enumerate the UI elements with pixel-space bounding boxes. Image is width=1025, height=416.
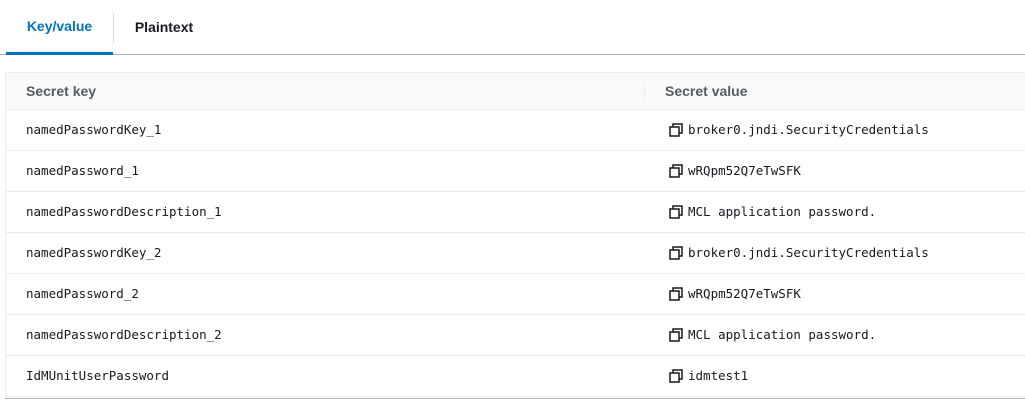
secret-value-cell: broker0.jndi.SecurityCredentials bbox=[669, 233, 929, 273]
secret-value-text: wRQpm52Q7eTwSFK bbox=[688, 286, 801, 301]
table-row: namedPasswordKey_2 broker0.jndi.SecurityC… bbox=[6, 233, 1025, 274]
copy-icon[interactable] bbox=[669, 122, 684, 138]
copy-icon[interactable] bbox=[669, 204, 684, 220]
copy-icon[interactable] bbox=[669, 327, 684, 343]
column-header-secret-value: Secret value bbox=[665, 83, 748, 99]
table-row: namedPasswordDescription_1 MCL applicatio… bbox=[6, 192, 1025, 233]
secret-key-cell: namedPasswordDescription_2 bbox=[26, 327, 222, 342]
secrets-table: Secret key Secret value namedPasswordKey… bbox=[5, 72, 1025, 399]
table-body: namedPasswordKey_1 broker0.jndi.SecurityC… bbox=[6, 110, 1025, 397]
secret-value-cell: wRQpm52Q7eTwSFK bbox=[669, 274, 801, 314]
secret-value-text: MCL application password. bbox=[688, 327, 877, 342]
table-row: namedPasswordKey_1 broker0.jndi.SecurityC… bbox=[6, 110, 1025, 151]
secret-value-cell: broker0.jndi.SecurityCredentials bbox=[669, 110, 929, 150]
table-row: namedPassword_1 wRQpm52Q7eTwSFK bbox=[6, 151, 1025, 192]
column-header-secret-key: Secret key bbox=[26, 83, 97, 99]
secret-value-text: idmtest1 bbox=[688, 368, 749, 383]
secret-value-cell: MCL application password. bbox=[669, 315, 876, 355]
secret-key-cell: IdMUnitUserPassword bbox=[26, 368, 169, 383]
tab-bar: Key/value Plaintext bbox=[0, 0, 1025, 55]
tab-key-value[interactable]: Key/value bbox=[6, 0, 113, 55]
secret-value-cell: idmtest1 bbox=[669, 356, 748, 396]
table-bottom-border bbox=[5, 398, 1025, 399]
secret-value-cell: MCL application password. bbox=[669, 192, 876, 232]
secret-value-text: broker0.jndi.SecurityCredentials bbox=[688, 245, 929, 260]
copy-icon[interactable] bbox=[669, 163, 684, 179]
table-row: IdMUnitUserPassword idmtest1 bbox=[6, 356, 1025, 397]
copy-icon[interactable] bbox=[669, 286, 684, 302]
tab-plaintext[interactable]: Plaintext bbox=[114, 0, 214, 54]
secret-key-cell: namedPassword_1 bbox=[26, 163, 139, 178]
table-row: namedPassword_2 wRQpm52Q7eTwSFK bbox=[6, 274, 1025, 315]
secret-key-cell: namedPasswordKey_2 bbox=[26, 245, 162, 260]
copy-icon[interactable] bbox=[669, 245, 684, 261]
table-header: Secret key Secret value bbox=[6, 72, 1025, 110]
secret-key-cell: namedPasswordDescription_1 bbox=[26, 204, 222, 219]
secret-value-text: MCL application password. bbox=[688, 204, 877, 219]
column-divider bbox=[644, 82, 645, 102]
table-row: namedPasswordDescription_2 MCL applicatio… bbox=[6, 315, 1025, 356]
secret-value-text: wRQpm52Q7eTwSFK bbox=[688, 163, 801, 178]
secret-key-cell: namedPassword_2 bbox=[26, 286, 139, 301]
secret-key-cell: namedPasswordKey_1 bbox=[26, 122, 162, 137]
secret-value-text: broker0.jndi.SecurityCredentials bbox=[688, 122, 929, 137]
secret-value-cell: wRQpm52Q7eTwSFK bbox=[669, 151, 801, 191]
copy-icon[interactable] bbox=[669, 368, 684, 384]
